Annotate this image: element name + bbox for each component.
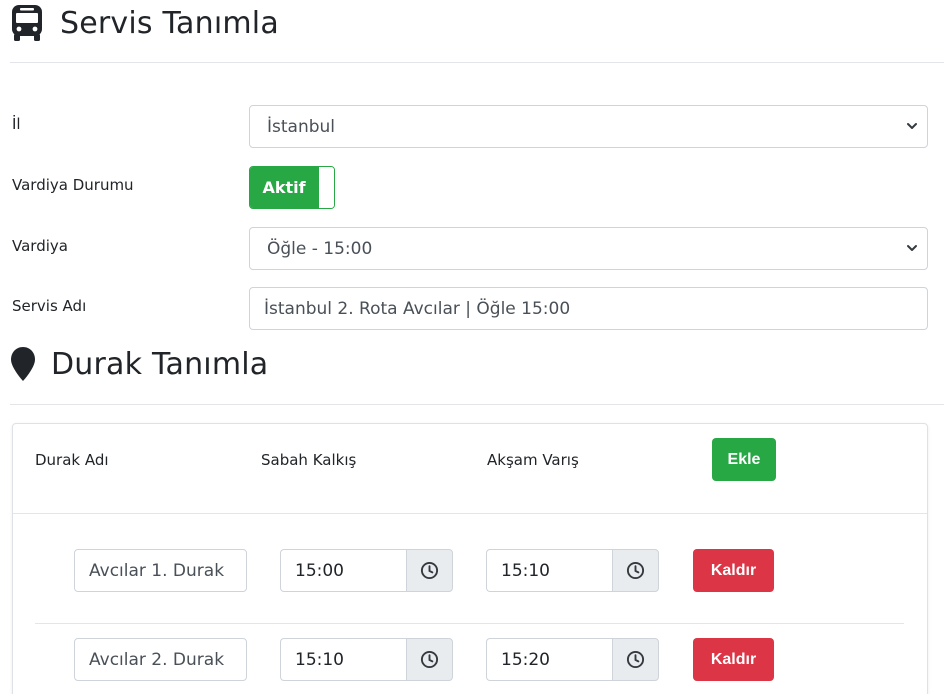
vardiya-durumu-label: Vardiya Durumu xyxy=(12,176,134,194)
vardiya-selected-value: Öğle - 15:00 xyxy=(267,238,373,259)
clock-icon[interactable] xyxy=(612,638,659,681)
aksam-time-input[interactable]: 15:20 xyxy=(486,638,613,681)
col-header-aksam-varis: Akşam Varış xyxy=(487,451,579,469)
page-header: Servis Tanımla xyxy=(10,4,279,42)
aksam-time-picker[interactable]: 15:20 xyxy=(486,638,659,681)
aksam-time-input[interactable]: 15:10 xyxy=(486,549,613,592)
durak-section-title: Durak Tanımla xyxy=(51,346,269,382)
divider xyxy=(13,513,927,514)
durak-name-value: Avcılar 2. Durak xyxy=(89,649,225,670)
il-select[interactable]: İstanbul xyxy=(249,105,928,148)
chevron-down-icon xyxy=(907,245,917,251)
aksam-time-picker[interactable]: 15:10 xyxy=(486,549,659,592)
durak-section-header: Durak Tanımla xyxy=(10,346,268,382)
sabah-time-picker[interactable]: 15:10 xyxy=(280,638,453,681)
remove-stop-button[interactable]: Kaldır xyxy=(693,638,774,681)
map-marker-icon xyxy=(10,346,36,382)
page-title: Servis Tanımla xyxy=(60,5,279,41)
divider xyxy=(10,62,944,63)
durak-name-input[interactable]: Avcılar 2. Durak xyxy=(74,638,247,681)
chevron-down-icon xyxy=(907,123,917,129)
durak-name-input[interactable]: Avcılar 1. Durak xyxy=(74,549,247,592)
durak-name-value: Avcılar 1. Durak xyxy=(89,560,225,581)
il-label: İl xyxy=(12,115,21,133)
durak-table-card: Durak Adı Sabah Kalkış Akşam Varış Ekle … xyxy=(12,423,928,694)
vardiya-select[interactable]: Öğle - 15:00 xyxy=(249,227,928,270)
clock-icon[interactable] xyxy=(406,549,453,592)
il-selected-value: İstanbul xyxy=(267,116,336,137)
col-header-durak-adi: Durak Adı xyxy=(35,451,109,469)
sabah-time-input[interactable]: 15:10 xyxy=(280,638,407,681)
sabah-time-picker[interactable]: 15:00 xyxy=(280,549,453,592)
clock-icon[interactable] xyxy=(406,638,453,681)
servis-adi-input[interactable]: İstanbul 2. Rota Avcılar | Öğle 15:00 xyxy=(249,287,928,330)
clock-icon[interactable] xyxy=(612,549,659,592)
remove-stop-button[interactable]: Kaldır xyxy=(693,549,774,592)
col-header-sabah-kalkis: Sabah Kalkış xyxy=(261,451,357,469)
servis-adi-label: Servis Adı xyxy=(12,297,87,315)
vardiya-durumu-toggle[interactable]: Aktif xyxy=(249,166,335,209)
divider xyxy=(10,404,944,405)
add-stop-button[interactable]: Ekle xyxy=(712,438,776,481)
bus-icon xyxy=(10,4,44,42)
servis-adi-value: İstanbul 2. Rota Avcılar | Öğle 15:00 xyxy=(264,298,571,319)
toggle-knob xyxy=(318,167,334,208)
toggle-on-label: Aktif xyxy=(250,167,318,208)
divider xyxy=(35,623,904,624)
vardiya-label: Vardiya xyxy=(12,237,68,255)
sabah-time-input[interactable]: 15:00 xyxy=(280,549,407,592)
